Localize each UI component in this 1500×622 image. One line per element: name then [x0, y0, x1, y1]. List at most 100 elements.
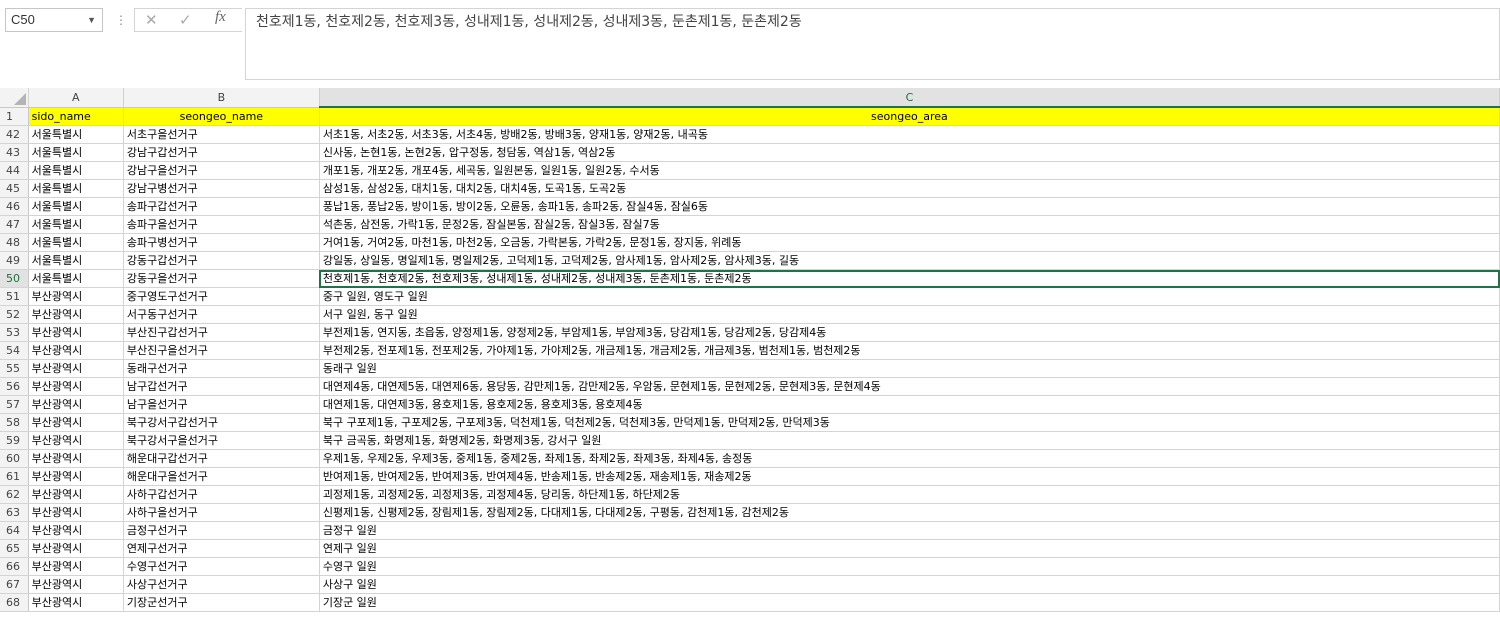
cell[interactable]: 금정구선거구: [123, 521, 320, 540]
cell[interactable]: 풍납1동, 풍납2동, 방이1동, 방이2동, 오륜동, 송파1동, 송파2동,…: [319, 197, 1500, 216]
cell[interactable]: 서울특별시: [28, 215, 124, 234]
cell[interactable]: 부산광역시: [28, 503, 124, 522]
row-header[interactable]: 55: [0, 359, 29, 378]
cell[interactable]: 북구강서구을선거구: [123, 431, 320, 450]
row-header[interactable]: 48: [0, 233, 29, 252]
cell[interactable]: 서구 일원, 동구 일원: [319, 305, 1500, 324]
cell[interactable]: 서울특별시: [28, 125, 124, 144]
cell[interactable]: 해운대구갑선거구: [123, 449, 320, 468]
cell[interactable]: 서초구을선거구: [123, 125, 320, 144]
cell[interactable]: 부산광역시: [28, 575, 124, 594]
row-header[interactable]: 50: [0, 269, 29, 288]
more-options-icon[interactable]: ⋮: [115, 9, 127, 31]
row-header[interactable]: 68: [0, 593, 29, 612]
cell[interactable]: 서구동구선거구: [123, 305, 320, 324]
cell[interactable]: 기장군 일원: [319, 593, 1500, 612]
row-header[interactable]: 64: [0, 521, 29, 540]
row-header[interactable]: 63: [0, 503, 29, 522]
cell[interactable]: 서울특별시: [28, 179, 124, 198]
cell[interactable]: 부산광역시: [28, 449, 124, 468]
row-header[interactable]: 56: [0, 377, 29, 396]
cell[interactable]: 부산진구갑선거구: [123, 323, 320, 342]
cell[interactable]: 사상구선거구: [123, 575, 320, 594]
cell[interactable]: 수영구선거구: [123, 557, 320, 576]
cell[interactable]: 부산광역시: [28, 539, 124, 558]
row-header[interactable]: 42: [0, 125, 29, 144]
column-header-b[interactable]: B: [123, 88, 320, 108]
select-all-button[interactable]: [0, 88, 29, 108]
row-header[interactable]: 53: [0, 323, 29, 342]
cell[interactable]: 강동구을선거구: [123, 269, 320, 288]
row-header[interactable]: 59: [0, 431, 29, 450]
check-icon[interactable]: ✓: [179, 9, 192, 31]
cell[interactable]: 해운대구을선거구: [123, 467, 320, 486]
cell[interactable]: 대연제1동, 대연제3동, 용호제1동, 용호제2동, 용호제3동, 용호제4동: [319, 395, 1500, 414]
cell[interactable]: 서초1동, 서초2동, 서초3동, 서초4동, 방배2동, 방배3동, 양재1동…: [319, 125, 1500, 144]
cell[interactable]: 부전제2동, 전포제1동, 전포제2동, 가야제1동, 가야제2동, 개금제1동…: [319, 341, 1500, 360]
cell[interactable]: 반여제1동, 반여제2동, 반여제3동, 반여제4동, 반송제1동, 반송제2동…: [319, 467, 1500, 486]
row-header[interactable]: 47: [0, 215, 29, 234]
cell[interactable]: 부산광역시: [28, 557, 124, 576]
row-header[interactable]: 58: [0, 413, 29, 432]
cancel-icon[interactable]: ✕: [145, 9, 158, 31]
cell[interactable]: 우제1동, 우제2동, 우제3동, 중제1동, 중제2동, 좌제1동, 좌제2동…: [319, 449, 1500, 468]
formula-input[interactable]: 천호제1동, 천호제2동, 천호제3동, 성내제1동, 성내제2동, 성내제3동…: [245, 8, 1500, 80]
row-header[interactable]: 67: [0, 575, 29, 594]
cell[interactable]: 부산광역시: [28, 593, 124, 612]
cell[interactable]: 괴정제1동, 괴정제2동, 괴정제3동, 괴정제4동, 당리동, 하단제1동, …: [319, 485, 1500, 504]
row-header[interactable]: 66: [0, 557, 29, 576]
cell[interactable]: 강동구갑선거구: [123, 251, 320, 270]
row-header[interactable]: 46: [0, 197, 29, 216]
row-header[interactable]: 61: [0, 467, 29, 486]
cell[interactable]: 남구을선거구: [123, 395, 320, 414]
cell[interactable]: 부산광역시: [28, 287, 124, 306]
cell[interactable]: 서울특별시: [28, 143, 124, 162]
cell[interactable]: 서울특별시: [28, 269, 124, 288]
selected-cell[interactable]: 천호제1동, 천호제2동, 천호제3동, 성내제1동, 성내제2동, 성내제3동…: [319, 269, 1500, 288]
cell[interactable]: 강일동, 상일동, 명일제1동, 명일제2동, 고덕제1동, 고덕제2동, 암사…: [319, 251, 1500, 270]
row-header[interactable]: 52: [0, 305, 29, 324]
cell[interactable]: 북구 구포제1동, 구포제2동, 구포제3동, 덕천제1동, 덕천제2동, 덕천…: [319, 413, 1500, 432]
cell[interactable]: 부산광역시: [28, 521, 124, 540]
row-header[interactable]: 43: [0, 143, 29, 162]
column-header-a[interactable]: A: [28, 88, 124, 108]
row-header[interactable]: 1: [0, 107, 29, 126]
chevron-down-icon[interactable]: ▼: [87, 9, 96, 31]
cell[interactable]: 남구갑선거구: [123, 377, 320, 396]
cell[interactable]: 사상구 일원: [319, 575, 1500, 594]
cell[interactable]: 금정구 일원: [319, 521, 1500, 540]
cell[interactable]: 석촌동, 삼전동, 가락1동, 문정2동, 잠실본동, 잠실2동, 잠실3동, …: [319, 215, 1500, 234]
cell[interactable]: 부산광역시: [28, 467, 124, 486]
cell[interactable]: 부전제1동, 연지동, 초읍동, 양정제1동, 양정제2동, 부암제1동, 부암…: [319, 323, 1500, 342]
cell[interactable]: 사하구을선거구: [123, 503, 320, 522]
cell[interactable]: 강남구병선거구: [123, 179, 320, 198]
cell[interactable]: 강남구을선거구: [123, 161, 320, 180]
cell[interactable]: 부산광역시: [28, 377, 124, 396]
cell[interactable]: 삼성1동, 삼성2동, 대치1동, 대치2동, 대치4동, 도곡1동, 도곡2동: [319, 179, 1500, 198]
cell[interactable]: 신평제1동, 신평제2동, 장림제1동, 장림제2동, 다대제1동, 다대제2동…: [319, 503, 1500, 522]
cell[interactable]: 기장군선거구: [123, 593, 320, 612]
cell[interactable]: 부산광역시: [28, 305, 124, 324]
column-header-c[interactable]: C: [319, 88, 1500, 108]
row-header[interactable]: 45: [0, 179, 29, 198]
row-header[interactable]: 57: [0, 395, 29, 414]
cell[interactable]: 송파구갑선거구: [123, 197, 320, 216]
cell[interactable]: 부산광역시: [28, 341, 124, 360]
cell[interactable]: 부산광역시: [28, 413, 124, 432]
cell[interactable]: seongeo_area: [319, 107, 1500, 126]
cell[interactable]: 서울특별시: [28, 233, 124, 252]
cell[interactable]: seongeo_name: [123, 107, 320, 126]
cell[interactable]: 동래구선거구: [123, 359, 320, 378]
cell[interactable]: 대연제4동, 대연제5동, 대연제6동, 용당동, 감만제1동, 감만제2동, …: [319, 377, 1500, 396]
cell[interactable]: 거여1동, 거여2동, 마천1동, 마천2동, 오금동, 가락본동, 가락2동,…: [319, 233, 1500, 252]
row-header[interactable]: 62: [0, 485, 29, 504]
cell[interactable]: 서울특별시: [28, 197, 124, 216]
cell[interactable]: 강남구갑선거구: [123, 143, 320, 162]
insert-function-icon[interactable]: fx: [215, 9, 226, 26]
cell[interactable]: 동래구 일원: [319, 359, 1500, 378]
cell[interactable]: 북구강서구갑선거구: [123, 413, 320, 432]
name-box[interactable]: C50 ▼: [5, 8, 103, 32]
cell[interactable]: 부산광역시: [28, 395, 124, 414]
cell[interactable]: 사하구갑선거구: [123, 485, 320, 504]
row-header[interactable]: 54: [0, 341, 29, 360]
